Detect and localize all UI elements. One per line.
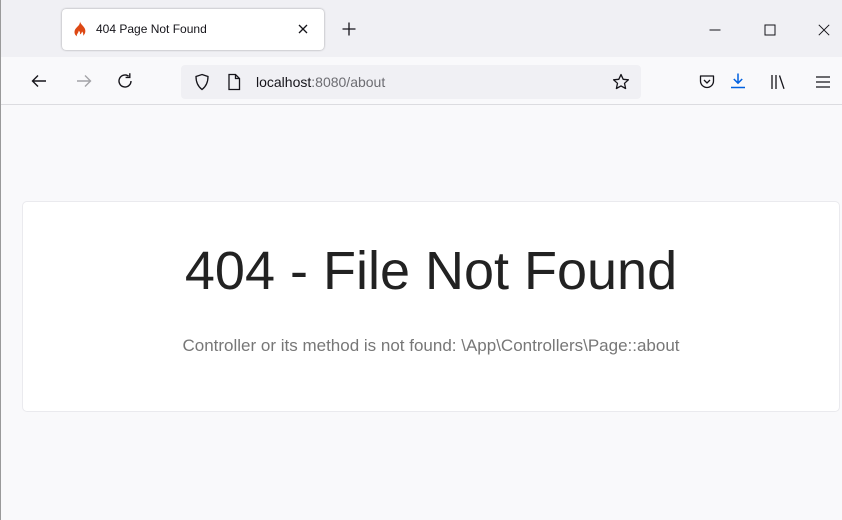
error-title: 404 - File Not Found <box>184 241 678 301</box>
browser-window: 404 Page Not Found localhost:8080/about … <box>0 0 842 520</box>
page-icon[interactable] <box>225 73 243 91</box>
error-card: 404 - File Not Found Controller or its m… <box>22 201 840 412</box>
tab-active[interactable]: 404 Page Not Found <box>62 9 324 50</box>
pocket-icon[interactable] <box>698 73 716 91</box>
arrow-right-icon[interactable] <box>75 72 93 90</box>
hamburger-menu-icon[interactable] <box>814 73 832 91</box>
plus-icon[interactable] <box>341 21 357 37</box>
navigation-toolbar: localhost:8080/about <box>1 57 842 105</box>
maximize-icon[interactable] <box>764 24 776 36</box>
download-icon[interactable] <box>729 72 747 90</box>
flame-icon <box>74 21 86 37</box>
page-content: 404 - File Not Found Controller or its m… <box>1 105 842 520</box>
url-host: localhost <box>256 74 312 90</box>
minimize-icon[interactable] <box>709 24 721 36</box>
star-icon[interactable] <box>612 73 630 91</box>
window-close-icon[interactable] <box>818 24 830 36</box>
reload-icon[interactable] <box>116 72 134 90</box>
close-icon[interactable] <box>295 21 311 37</box>
url-path: :8080/about <box>311 74 386 90</box>
error-message: Controller or its method is not found: \… <box>182 336 680 355</box>
arrow-left-icon[interactable] <box>30 72 48 90</box>
url-bar[interactable]: localhost:8080/about <box>181 65 641 99</box>
tab-title: 404 Page Not Found <box>96 22 207 36</box>
tab-strip: 404 Page Not Found <box>1 0 842 57</box>
library-icon[interactable] <box>769 73 787 91</box>
shield-icon[interactable] <box>193 73 211 91</box>
url-text[interactable]: localhost:8080/about <box>256 74 385 91</box>
